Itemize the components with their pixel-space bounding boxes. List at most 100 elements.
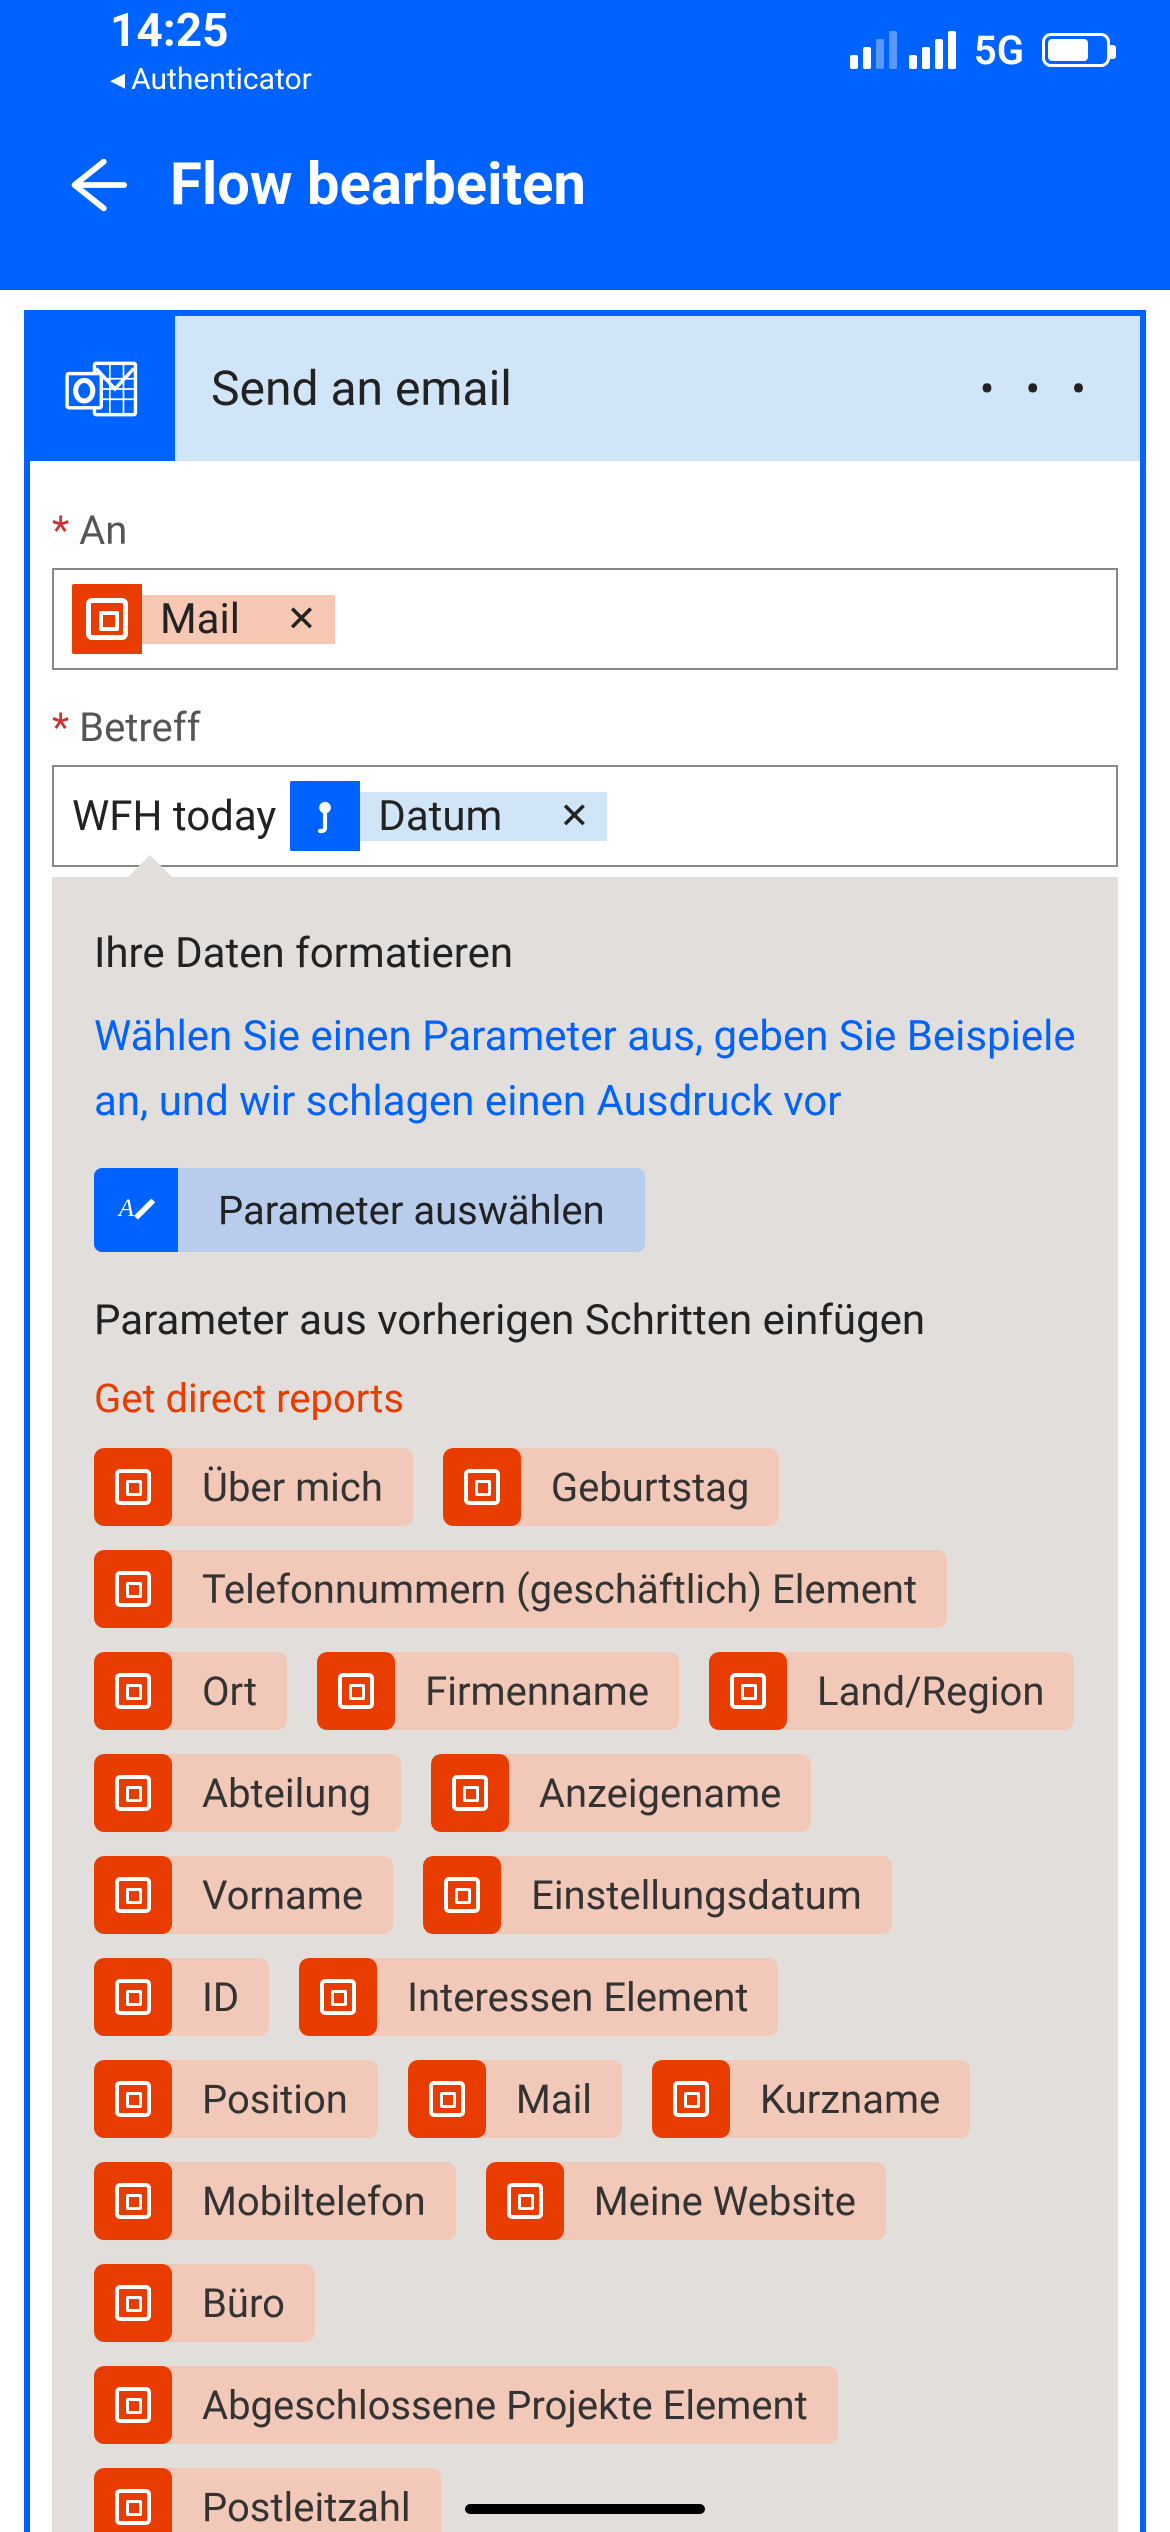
- office-icon: [431, 1754, 509, 1832]
- parameter-chip-label: Land/Region: [787, 1668, 1074, 1715]
- format-icon: A: [94, 1168, 178, 1252]
- back-caret-icon: ◂: [110, 62, 125, 97]
- office-icon: [94, 1448, 172, 1526]
- panel-hint-link[interactable]: Wählen Sie einen Parameter aus, geben Si…: [94, 1004, 1076, 1134]
- parameter-chip[interactable]: Abteilung: [94, 1754, 401, 1832]
- parameter-chip-label: Interessen Element: [377, 1974, 778, 2021]
- parameter-chip[interactable]: Firmenname: [317, 1652, 679, 1730]
- back-app-label: Authenticator: [131, 62, 312, 97]
- token-mail[interactable]: Mail ✕: [72, 584, 335, 654]
- parameter-chip[interactable]: Mail: [408, 2060, 622, 2138]
- office-icon: [408, 2060, 486, 2138]
- signal-primary-icon: [909, 31, 956, 69]
- field-subject-label: * Betreff: [52, 704, 1118, 751]
- field-to-label: * An: [52, 507, 1118, 554]
- parameter-chip-label: Mobiltelefon: [172, 2178, 456, 2225]
- outlook-icon: [30, 316, 175, 461]
- parameter-chip-label: Abteilung: [172, 1770, 401, 1817]
- panel-heading: Ihre Daten formatieren: [94, 929, 1076, 978]
- parameter-chip[interactable]: Über mich: [94, 1448, 413, 1526]
- parameter-chip-label: Telefonnummern (geschäftlich) Element: [172, 1566, 947, 1613]
- parameter-chip-label: Büro: [172, 2280, 315, 2327]
- parameter-chip-label: Mail: [486, 2076, 622, 2123]
- parameter-chip[interactable]: Anzeigename: [431, 1754, 811, 1832]
- status-time: 14:25: [110, 4, 312, 58]
- office-icon: [299, 1958, 377, 2036]
- field-subject-input[interactable]: WFH today Datum ✕: [52, 765, 1118, 867]
- office-icon: [652, 2060, 730, 2138]
- token-datum[interactable]: Datum ✕: [290, 781, 607, 851]
- office-icon: [72, 584, 142, 654]
- parameter-chip-label: Vorname: [172, 1872, 393, 1919]
- parameter-chip-label: Meine Website: [564, 2178, 886, 2225]
- parameter-chip-list: Über mich Geburtstag Telefonnummern (gesch…: [94, 1448, 1076, 2532]
- token-datum-remove[interactable]: ✕: [559, 795, 589, 837]
- parameter-chip[interactable]: Vorname: [94, 1856, 393, 1934]
- parameter-chip[interactable]: ID: [94, 1958, 269, 2036]
- select-parameter-label: Parameter auswählen: [178, 1168, 645, 1252]
- parameter-chip[interactable]: Postleitzahl: [94, 2468, 441, 2532]
- parameter-chip[interactable]: Land/Region: [709, 1652, 1074, 1730]
- parameter-chip[interactable]: Geburtstag: [443, 1448, 780, 1526]
- parameter-chip-label: Position: [172, 2076, 378, 2123]
- svg-text:A: A: [117, 1195, 135, 1222]
- office-icon: [94, 2162, 172, 2240]
- card-menu-button[interactable]: • • •: [980, 363, 1096, 415]
- office-icon: [486, 2162, 564, 2240]
- parameter-chip-label: Ort: [172, 1668, 287, 1715]
- network-type: 5G: [974, 27, 1024, 74]
- status-back-to-app[interactable]: ◂ Authenticator: [110, 62, 312, 97]
- office-icon: [94, 2264, 172, 2342]
- parameter-chip[interactable]: Abgeschlossene Projekte Element: [94, 2366, 838, 2444]
- parameter-chip-label: Über mich: [172, 1464, 413, 1511]
- select-parameter-button[interactable]: A Parameter auswählen: [94, 1168, 645, 1252]
- parameter-chip-label: ID: [172, 1974, 269, 2021]
- touch-icon: [290, 781, 360, 851]
- office-icon: [443, 1448, 521, 1526]
- parameter-chip[interactable]: Büro: [94, 2264, 315, 2342]
- field-subject: * Betreff WFH today Datum ✕: [52, 704, 1118, 867]
- card-title: Send an email: [211, 360, 512, 417]
- dynamic-content-panel: Ihre Daten formatieren Wählen Sie einen …: [52, 877, 1118, 2532]
- parameter-chip[interactable]: Kurzname: [652, 2060, 970, 2138]
- status-bar: 14:25 ◂ Authenticator 5G: [0, 0, 1170, 100]
- office-icon: [94, 2468, 172, 2532]
- subject-text: WFH today: [72, 792, 276, 841]
- panel-subheading: Parameter aus vorherigen Schritten einfü…: [94, 1296, 1076, 1345]
- parameter-chip-label: Einstellungsdatum: [501, 1872, 892, 1919]
- office-icon: [423, 1856, 501, 1934]
- office-icon: [94, 1550, 172, 1628]
- page-title: Flow bearbeiten: [170, 151, 586, 219]
- parameter-chip-label: Kurzname: [730, 2076, 970, 2123]
- parameter-chip[interactable]: Meine Website: [486, 2162, 886, 2240]
- parameter-chip[interactable]: Einstellungsdatum: [423, 1856, 892, 1934]
- signal-secondary-icon: [850, 31, 897, 69]
- office-icon: [94, 1958, 172, 2036]
- parameter-chip-label: Anzeigename: [509, 1770, 811, 1817]
- parameter-chip[interactable]: Ort: [94, 1652, 287, 1730]
- office-icon: [317, 1652, 395, 1730]
- panel-source[interactable]: Get direct reports: [94, 1375, 1076, 1422]
- parameter-chip[interactable]: Interessen Element: [299, 1958, 778, 2036]
- office-icon: [94, 1652, 172, 1730]
- parameter-chip-label: Postleitzahl: [172, 2484, 441, 2531]
- parameter-chip-label: Firmenname: [395, 1668, 679, 1715]
- office-icon: [94, 2060, 172, 2138]
- token-mail-label: Mail: [160, 595, 240, 644]
- field-to-input[interactable]: Mail ✕: [52, 568, 1118, 670]
- parameter-chip[interactable]: Telefonnummern (geschäftlich) Element: [94, 1550, 947, 1628]
- app-header: Flow bearbeiten: [0, 100, 1170, 290]
- office-icon: [709, 1652, 787, 1730]
- card-header[interactable]: Send an email • • •: [30, 316, 1140, 461]
- field-to: * An Mail ✕: [52, 507, 1118, 670]
- parameter-chip[interactable]: Position: [94, 2060, 378, 2138]
- back-arrow-icon[interactable]: [60, 150, 130, 220]
- parameter-chip[interactable]: Mobiltelefon: [94, 2162, 456, 2240]
- office-icon: [94, 1754, 172, 1832]
- battery-icon: [1042, 33, 1110, 67]
- office-icon: [94, 2366, 172, 2444]
- token-datum-label: Datum: [378, 792, 502, 841]
- parameter-chip-label: Geburtstag: [521, 1464, 780, 1511]
- token-mail-remove[interactable]: ✕: [286, 598, 316, 640]
- home-indicator[interactable]: [465, 2504, 705, 2514]
